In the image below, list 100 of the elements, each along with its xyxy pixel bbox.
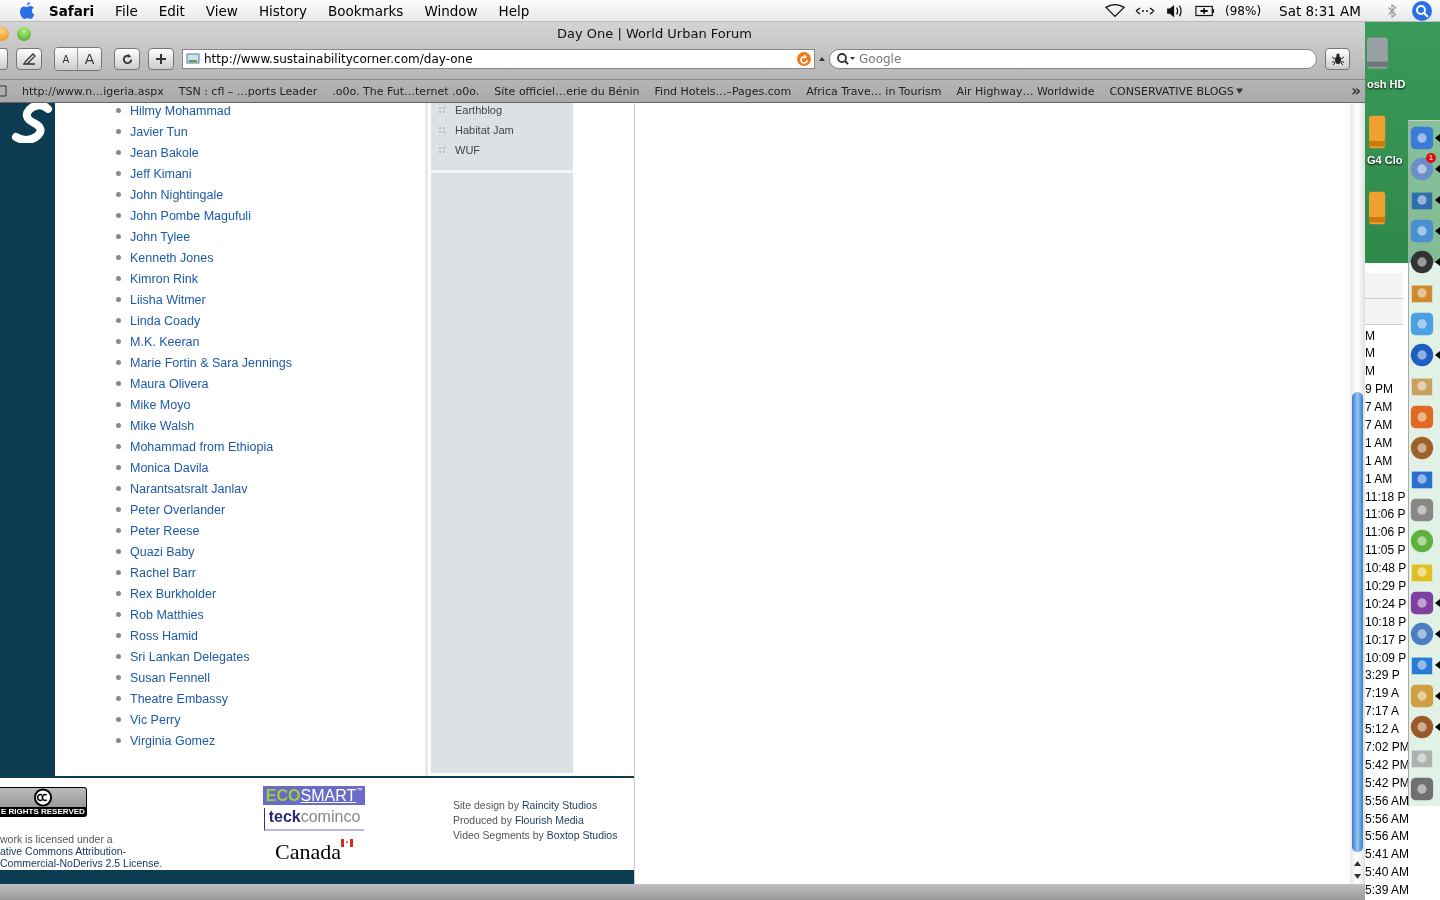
credit-link[interactable]: Raincity Studios [521,799,598,811]
time-text: 7:17 A [1365,703,1401,721]
bullet-icon [116,570,121,575]
more-bookmarks-button[interactable]: » [1351,82,1361,100]
ecosmart-logo[interactable]: ECOSMART$^{™}$ [262,786,366,805]
menu-item[interactable]: Edit [158,2,185,19]
bookmark-item[interactable]: Africa Trave… in Tourism [806,84,942,98]
canada-wordmark[interactable]: Canada [275,839,353,865]
battery-icon[interactable] [1195,3,1216,18]
menu-item[interactable]: File [115,2,138,19]
person-link[interactable]: Jean Bakole [130,145,199,160]
person-link[interactable]: Kenneth Jones [130,250,214,265]
bookmarks-icon[interactable] [0,85,8,97]
person-link[interactable]: Ross Hamid [130,628,199,643]
app-icon[interactable] [1409,590,1435,616]
person-link[interactable]: Maura Olivera [130,376,209,391]
person-link[interactable]: Peter Overlander [130,502,226,517]
person-link[interactable]: John Pombe Magufuli [130,208,251,223]
search-icon[interactable] [836,52,856,66]
credit-link[interactable]: Boxtop Studios [546,829,618,841]
time-text: 3:29 P [1365,667,1401,685]
caret-icon[interactable] [819,57,825,61]
bookmark-item[interactable]: Site officiel…erie du Bénin [494,84,640,98]
person-link[interactable]: Linda Coady [130,313,201,328]
credit-link[interactable]: Flourish Media [514,814,584,826]
snapback-icon[interactable] [797,52,811,66]
wifi-icon[interactable] [1105,3,1126,18]
person-link[interactable]: Vic Perry [130,712,181,727]
person-link[interactable]: John Tylee [130,229,191,244]
menu-item[interactable]: History [258,2,307,19]
bookmark-item[interactable]: TSN : cfl – …ports Leader [178,84,318,98]
menu-item[interactable]: Safari [49,2,95,19]
app-icon[interactable] [1409,714,1435,740]
drive-label[interactable]: osh HD [1367,78,1406,90]
bullet-icon [116,507,121,512]
person-link[interactable]: John Nightingale [130,187,224,202]
bookmark-item[interactable]: CONSERVATIVE BLOGS [1109,84,1243,98]
add-bookmark-button[interactable] [148,48,174,70]
sidebar-link[interactable]: Habitat Jam [455,124,514,136]
time-text: 11:06 P [1365,506,1405,524]
person-link[interactable]: Monica Davila [130,460,209,475]
back-button[interactable] [0,48,8,70]
teckcominco-logo[interactable]: teckcominco [263,808,365,831]
person-link[interactable]: Mohammad from Ethiopia [130,439,274,454]
menu-item[interactable]: Window [424,2,478,19]
person-link[interactable]: M.K. Keeran [130,334,200,349]
reload-button[interactable] [114,48,140,70]
app-icon[interactable] [1409,249,1435,275]
scroll-thumb[interactable] [1352,392,1363,852]
edit-button[interactable] [16,48,42,70]
time-text: 7 AM [1365,416,1394,434]
bookmark-item[interactable]: http://www.n…igeria.aspx [22,84,164,98]
person-link[interactable]: Liisha Witmer [130,292,206,307]
menu-item[interactable]: Bookmarks [327,2,404,19]
menu-item[interactable]: Help [498,2,530,19]
plus-icon [155,53,167,65]
search-input[interactable]: Google [859,52,1310,66]
bullet-icon [116,234,121,239]
person-link[interactable]: Virginia Gomez [130,733,216,748]
person-link[interactable]: Mike Walsh [130,418,195,433]
time-text: 10:29 P [1365,577,1405,595]
menu-clock[interactable]: Sat 8:31 AM [1279,2,1361,19]
person-link[interactable]: Quazi Baby [130,544,195,559]
text-size-button[interactable]: A [78,48,101,70]
person-link[interactable]: Mike Moyo [130,397,191,412]
person-link[interactable]: Rob Matthies [130,607,204,622]
credit-line: Site design by Raincity Studios [453,798,599,813]
person-link[interactable]: Jeff Kimani [130,166,192,181]
sidebar-link[interactable]: WUF [455,144,481,156]
bug-icon [1330,52,1345,66]
person-link[interactable]: Rex Burkholder [130,586,217,601]
person-link[interactable]: Sri Lankan Delegates [130,649,250,664]
person-link[interactable]: Narantsatsralt Janlav [130,481,248,496]
person-link[interactable]: Peter Reese [130,523,200,538]
bookmark-item[interactable]: Air Highway… Worldwide [956,84,1095,98]
bullet-icon [116,402,121,407]
person-link[interactable]: Kimron Rink [130,271,199,286]
bookmark-item[interactable]: Find Hotels…–Pages.com [654,84,792,98]
text-size-button[interactable]: A [55,48,78,70]
person-link[interactable]: Rachel Barr [130,565,196,580]
license-badge[interactable]: E RIGHTS RESERVED [0,787,87,817]
bullet-icon [116,213,121,218]
person-link[interactable]: Susan Fennell [130,670,210,685]
search-field[interactable]: Google [829,49,1317,69]
person-link[interactable]: Theatre Embassy [130,691,228,706]
address-field[interactable]: http://www.sustainabilitycorner.com/day-one [182,49,815,69]
sidebar-link[interactable]: Earthblog [455,104,503,116]
license-link[interactable]: ative Commons Attribution- [0,845,127,857]
bullet-icon [116,276,121,281]
time-text: 11:06 P [1365,524,1405,542]
scroll-bar[interactable] [1350,103,1365,884]
person-link[interactable]: Javier Tun [130,124,188,139]
menu-item[interactable]: View [205,2,238,19]
bookmark-item[interactable]: .o0o. The Fut…ternet .o0o. [332,84,480,98]
person-link[interactable]: Marie Fortin & Sara Jennings [130,355,292,370]
person-link[interactable]: Hilmy Mohammad [130,103,231,118]
bug-report-button[interactable] [1325,48,1350,70]
apple-icon[interactable] [19,1,35,20]
drive-label[interactable]: G4 Clo [1367,154,1403,166]
app-icon[interactable] [1409,342,1435,368]
